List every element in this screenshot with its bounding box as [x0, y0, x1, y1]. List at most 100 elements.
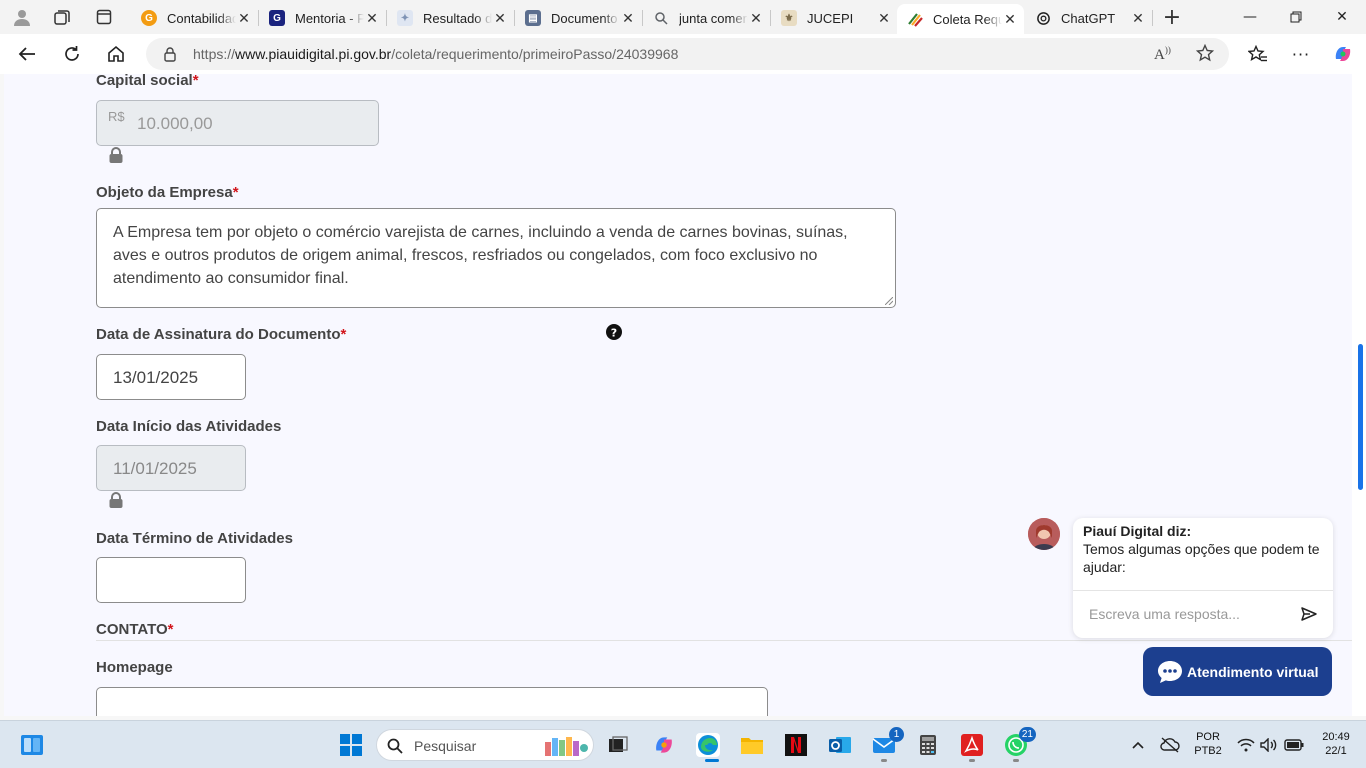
- profile-icon[interactable]: [11, 6, 33, 28]
- chat-title: Piauí Digital diz:: [1083, 523, 1192, 539]
- tab-label: Documento: [551, 10, 618, 26]
- restore-icon[interactable]: [1285, 6, 1307, 28]
- data-termino-input[interactable]: [96, 557, 246, 603]
- close-icon[interactable]: ✕: [1002, 11, 1018, 28]
- tab-documento[interactable]: ▤ Documento ✕: [515, 4, 642, 32]
- back-arrow-icon[interactable]: [15, 43, 39, 65]
- close-icon[interactable]: ✕: [1130, 10, 1146, 27]
- close-icon[interactable]: ✕: [236, 10, 252, 27]
- read-aloud-icon[interactable]: A)): [1154, 45, 1171, 64]
- chat-divider: [1073, 590, 1333, 591]
- refresh-icon[interactable]: [60, 43, 84, 65]
- running-indicator: [1013, 759, 1019, 762]
- data-inicio-value: 11/01/2025: [113, 459, 197, 478]
- url-bar[interactable]: https://www.piauidigital.pi.gov.br/colet…: [146, 38, 1229, 70]
- netflix-icon[interactable]: [784, 733, 808, 757]
- acrobat-icon[interactable]: [960, 733, 984, 757]
- language-code: POR: [1196, 731, 1220, 743]
- minimize-icon[interactable]: —: [1239, 6, 1261, 28]
- favorite-star-icon[interactable]: [1195, 43, 1215, 66]
- keyboard-layout: PTB2: [1194, 745, 1222, 757]
- tab-jucepi[interactable]: ⚜ JUCEPI ✕: [771, 4, 898, 32]
- objeto-empresa-textarea[interactable]: A Empresa tem por objeto o comércio vare…: [96, 208, 896, 308]
- tab-label: junta comercial: [679, 10, 748, 26]
- file-explorer-icon[interactable]: [740, 733, 764, 757]
- question-circle-icon[interactable]: ?: [606, 324, 622, 344]
- chat-bubble: Piauí Digital diz: Temos algumas opções …: [1073, 518, 1333, 638]
- virtual-assistant-button[interactable]: Atendimento virtual: [1143, 647, 1332, 696]
- documento-favicon-icon: ▤: [525, 10, 541, 26]
- close-icon[interactable]: ✕: [876, 10, 892, 27]
- tab-actions-icon[interactable]: [93, 6, 115, 28]
- mail-badge: 1: [889, 727, 904, 742]
- edge-icon[interactable]: [696, 733, 720, 757]
- language-indicator[interactable]: POR PTB2: [1190, 731, 1226, 757]
- mail-icon[interactable]: 1: [872, 727, 904, 757]
- resultado-favicon-icon: ✦: [397, 10, 413, 26]
- active-app-indicator: [705, 759, 719, 762]
- more-options-icon[interactable]: ···: [1289, 43, 1313, 65]
- copilot-app-icon[interactable]: [652, 733, 676, 757]
- label-text: Objeto da Empresa: [96, 184, 233, 201]
- close-icon[interactable]: ✕: [364, 10, 380, 27]
- site-info-icon[interactable]: [162, 46, 178, 66]
- battery-icon[interactable]: [1282, 733, 1306, 757]
- homepage-input[interactable]: [96, 687, 768, 716]
- lock-icon: [109, 147, 123, 163]
- chat-reply-input[interactable]: Escreva uma resposta...: [1089, 606, 1240, 622]
- objeto-empresa-value: A Empresa tem por objeto o comércio vare…: [113, 224, 848, 287]
- capital-social-field: R$ 10.000,00: [96, 100, 379, 146]
- capital-social-value: 10.000,00: [137, 114, 213, 133]
- tab-label: Resultado da pesquisa: [423, 10, 492, 26]
- url-host: www.piauidigital.pi.gov.br: [235, 46, 392, 62]
- close-icon[interactable]: ✕: [748, 10, 764, 27]
- calculator-icon[interactable]: [916, 733, 940, 757]
- tab-resultado[interactable]: ✦ Resultado da pesquisa ✕: [387, 4, 514, 32]
- close-icon[interactable]: ✕: [620, 10, 636, 27]
- widgets-icon[interactable]: [20, 733, 44, 757]
- data-assinatura-input[interactable]: 13/01/2025: [96, 354, 246, 400]
- required-mark: *: [167, 621, 174, 638]
- copilot-icon[interactable]: [1331, 43, 1355, 65]
- tab-label: ChatGPT: [1061, 10, 1116, 26]
- tab-coleta-requerimento[interactable]: Coleta Requerimento ✕: [897, 4, 1024, 34]
- lock-icon: [109, 492, 123, 508]
- search-favicon-icon: [653, 10, 669, 26]
- volume-icon[interactable]: [1257, 733, 1281, 757]
- tab-mentoria[interactable]: G Mentoria - Plataforma ✕: [259, 4, 386, 32]
- windows-start-icon[interactable]: [339, 733, 363, 757]
- tab-chatgpt[interactable]: ChatGPT ✕: [1025, 4, 1152, 32]
- label-text: Capital social: [96, 74, 193, 89]
- close-icon[interactable]: ✕: [492, 10, 508, 27]
- outlook-icon[interactable]: [828, 733, 852, 757]
- wifi-icon[interactable]: [1234, 733, 1258, 757]
- required-mark: *: [340, 326, 347, 343]
- cloud-offline-icon[interactable]: [1158, 733, 1182, 757]
- currency-prefix: R$: [108, 109, 125, 124]
- chat-message: Temos algumas opções que podem te ajudar…: [1083, 541, 1320, 575]
- whatsapp-icon[interactable]: 21: [1004, 727, 1036, 757]
- scrollbar-thumb[interactable]: [1358, 344, 1363, 490]
- tab-contabilidade[interactable]: G Contabilidade ✕: [131, 4, 258, 32]
- vertical-scrollbar[interactable]: [1352, 74, 1366, 716]
- task-view-icon[interactable]: [606, 733, 630, 757]
- url-path: /coleta/requerimento/primeiroPasso/24039…: [391, 46, 679, 62]
- favorites-icon[interactable]: [1246, 43, 1270, 65]
- tab-junta-comercial[interactable]: junta comercial ✕: [643, 4, 770, 32]
- home-icon[interactable]: [104, 43, 128, 65]
- chevron-up-icon[interactable]: [1126, 733, 1150, 757]
- workspaces-icon[interactable]: [51, 6, 73, 28]
- running-indicator: [881, 759, 887, 762]
- close-window-icon[interactable]: ✕: [1331, 6, 1353, 28]
- taskbar-search-box[interactable]: Pesquisar: [376, 729, 594, 761]
- new-tab-icon[interactable]: +: [1161, 5, 1183, 30]
- clock-date: 22/1: [1325, 745, 1347, 757]
- section-divider: [96, 640, 1352, 641]
- send-icon[interactable]: [1301, 606, 1319, 624]
- whatsapp-badge: 21: [1018, 727, 1036, 742]
- resize-handle-icon[interactable]: [885, 297, 893, 305]
- data-assinatura-value: 13/01/2025: [113, 368, 199, 387]
- data-assinatura-label: Data de Assinatura do Documento*: [96, 326, 346, 343]
- clock[interactable]: 20:49 22/1: [1312, 731, 1360, 757]
- windows-taskbar: Pesquisar 1 21 POR PTB2 20:49 22/1: [0, 720, 1366, 768]
